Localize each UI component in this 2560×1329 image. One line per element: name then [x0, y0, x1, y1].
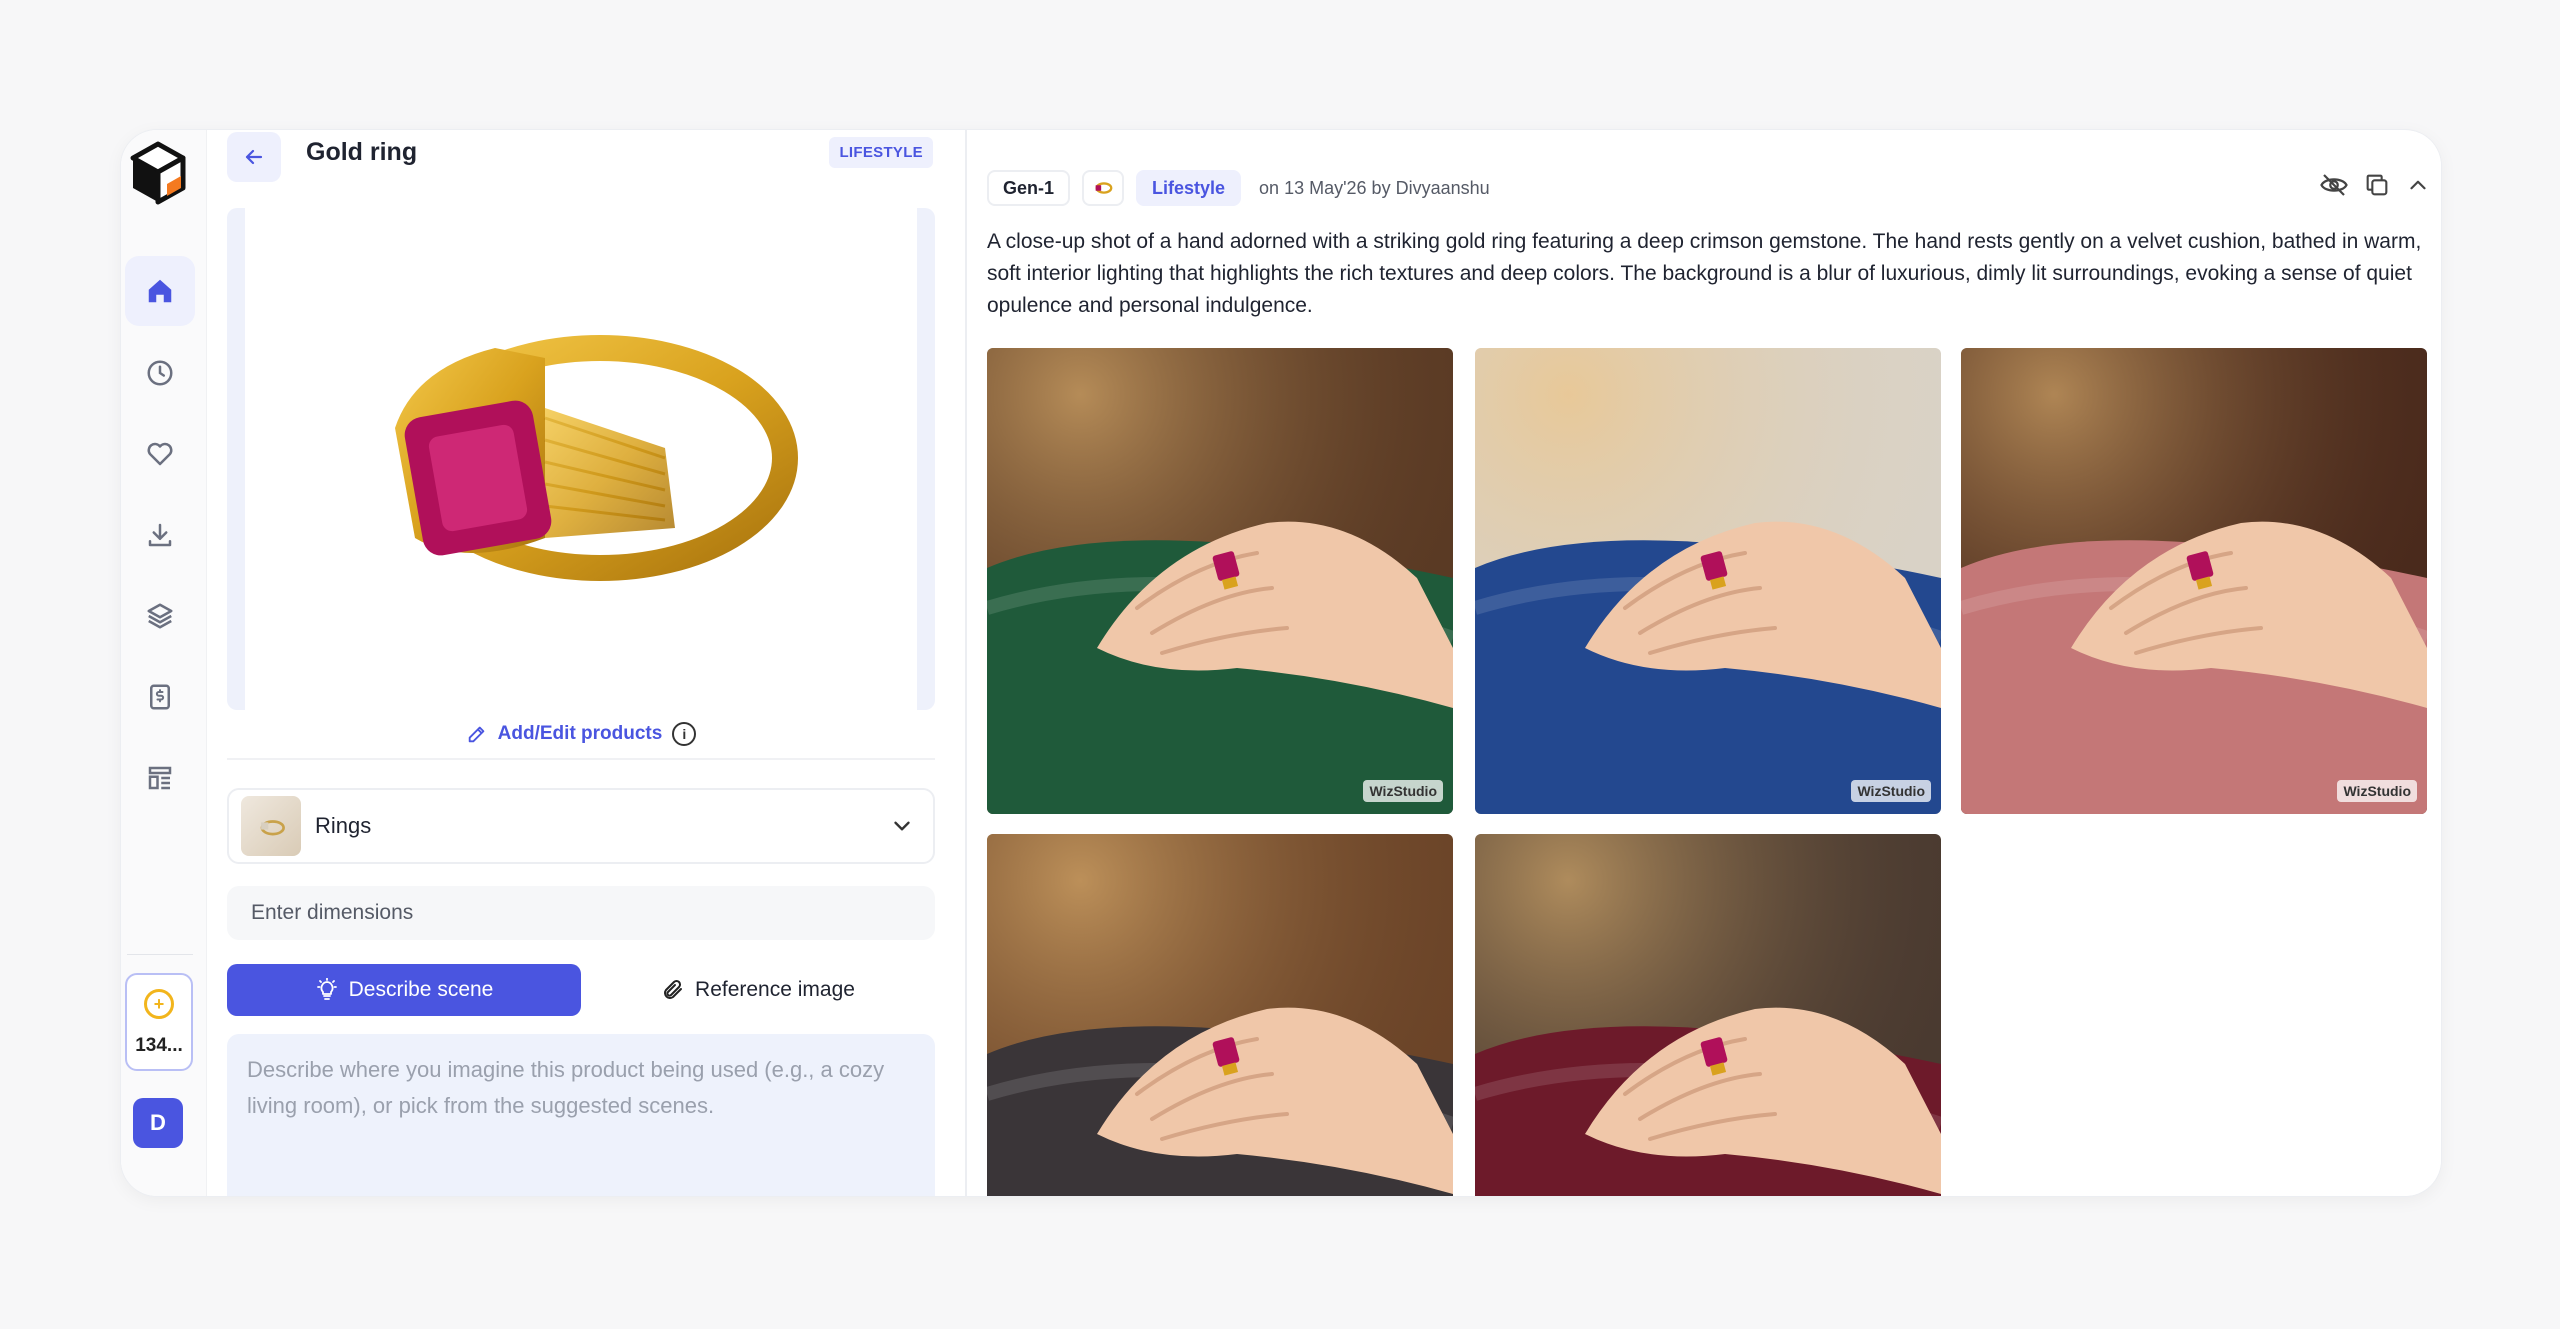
download-icon: [148, 523, 172, 547]
clock-icon: [147, 360, 173, 386]
tab-describe-scene-label: Describe scene: [348, 978, 494, 1001]
layout-icon: [148, 766, 172, 790]
product-image: [227, 208, 935, 710]
layers-nav[interactable]: [125, 581, 195, 651]
credits-badge[interactable]: + 134...: [125, 973, 193, 1071]
page-title: Gold ring: [306, 138, 418, 166]
mode-badge: LIFESTYLE: [829, 137, 933, 168]
home-nav[interactable]: [125, 256, 195, 326]
dimensions-input[interactable]: Enter dimensions: [227, 886, 935, 940]
tab-reference-image-label: Reference image: [695, 978, 855, 1001]
tab-reference-image[interactable]: Reference image: [581, 964, 935, 1016]
prompt-description: A close-up shot of a hand adorned with a…: [987, 230, 2422, 317]
rail-divider: [127, 954, 193, 955]
layers-icon: [147, 603, 173, 629]
paperclip-icon: [664, 979, 683, 999]
generated-image[interactable]: [987, 834, 1453, 1196]
downloads-nav[interactable]: [125, 500, 195, 570]
product-panel: Gold ring LIFESTYLE Add/Edit products i …: [207, 130, 967, 1196]
app-window: + 134... D Gold ring LIFESTYLE Add/Edit …: [121, 130, 2441, 1196]
ring-thumb-icon: [1095, 182, 1113, 194]
lightbulb-icon: [316, 978, 337, 1000]
templates-nav[interactable]: [125, 743, 195, 813]
generated-image[interactable]: [1475, 834, 1941, 1196]
category-select[interactable]: Rings: [227, 788, 935, 864]
app-logo[interactable]: [129, 140, 187, 208]
result-tools: [2319, 170, 2431, 200]
product-thumb-chip: [1082, 170, 1125, 206]
add-edit-products-link[interactable]: Add/Edit products i: [227, 710, 935, 760]
chevron-up-icon[interactable]: [2405, 172, 2431, 198]
billing-nav[interactable]: [125, 662, 195, 732]
generated-image[interactable]: WizStudio: [1961, 348, 2427, 814]
category-thumbnail: [241, 796, 301, 856]
scene-description-input[interactable]: Describe where you imagine this product …: [227, 1034, 935, 1196]
watermark: WizStudio: [2337, 780, 2417, 802]
category-label: Rings: [315, 813, 372, 838]
add-edit-label: Add/Edit products: [497, 723, 663, 744]
coin-icon: +: [144, 989, 174, 1019]
generated-image[interactable]: WizStudio: [1475, 348, 1941, 814]
copy-icon[interactable]: [2363, 171, 2391, 199]
edit-icon: [468, 726, 485, 743]
arrow-left-icon: [245, 149, 263, 165]
generated-images-grid: WizStudio WizStudio WizStudio: [987, 348, 2427, 1196]
receipt-dollar-icon: [150, 684, 170, 710]
home-icon: [148, 279, 172, 303]
gold-ring-illustration: [395, 335, 798, 581]
back-button[interactable]: [227, 132, 281, 182]
result-meta: Gen-1 Lifestyle on 13 May'26 by Divyaans…: [987, 170, 1490, 206]
style-chip: Lifestyle: [1136, 170, 1242, 206]
avatar[interactable]: D: [133, 1098, 183, 1148]
history-nav[interactable]: [125, 338, 195, 408]
favorites-nav[interactable]: [125, 419, 195, 489]
model-chip: Gen-1: [987, 170, 1071, 206]
eye-off-icon[interactable]: [2319, 170, 2349, 200]
heart-icon: [147, 442, 173, 466]
watermark: WizStudio: [1363, 780, 1443, 802]
chevron-down-icon: [894, 821, 910, 831]
generated-image[interactable]: WizStudio: [987, 348, 1453, 814]
generation-date: on 13 May'26 by Divyaanshu: [1259, 177, 1490, 198]
credits-value: 134...: [135, 1035, 183, 1056]
icon-sidebar: + 134... D: [121, 130, 207, 1196]
scene-mode-tabs: Describe scene Reference image: [227, 964, 935, 1016]
watermark: WizStudio: [1851, 780, 1931, 802]
tab-describe-scene[interactable]: Describe scene: [227, 964, 581, 1016]
results-panel: Gen-1 Lifestyle on 13 May'26 by Divyaans…: [969, 130, 2441, 1196]
info-icon[interactable]: i: [672, 722, 697, 746]
